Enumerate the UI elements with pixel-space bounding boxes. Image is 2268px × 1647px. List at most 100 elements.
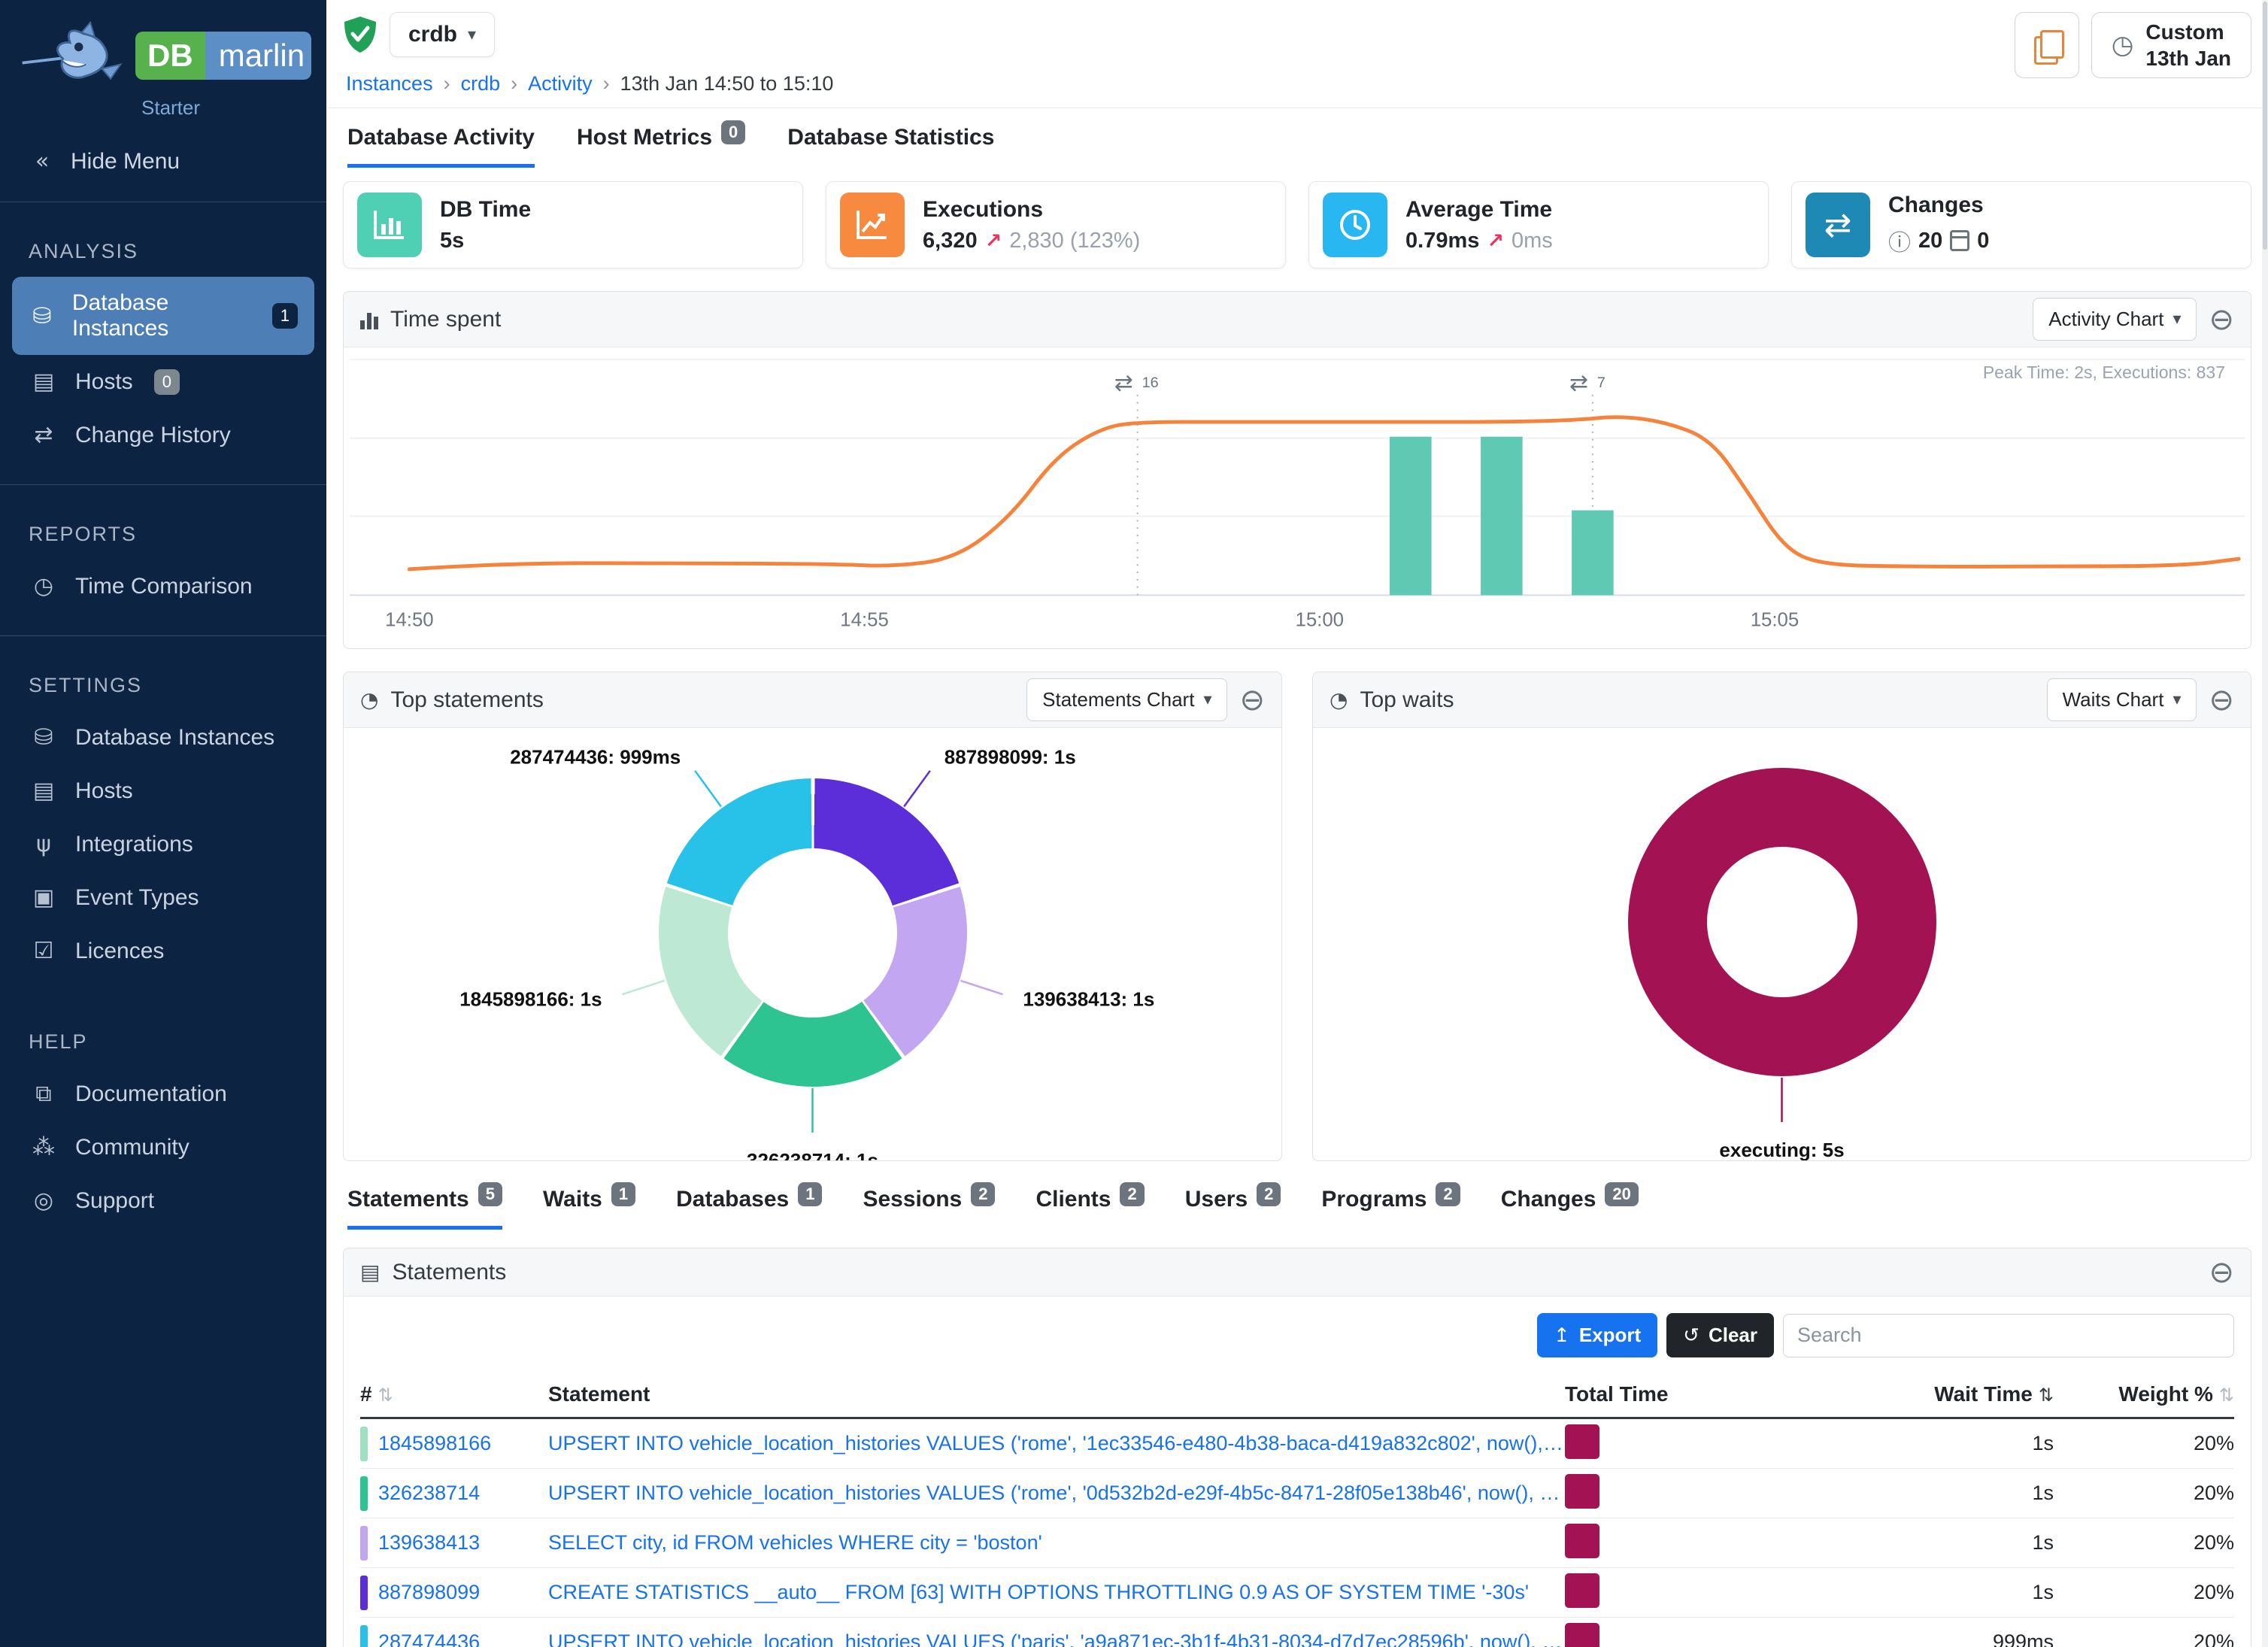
- table-row[interactable]: 1845898166 UPSERT INTO vehicle_location_…: [360, 1419, 2234, 1469]
- hide-menu-label: Hide Menu: [71, 149, 180, 174]
- server-icon: ▤: [29, 778, 59, 804]
- clock-icon: [1323, 193, 1387, 257]
- sidebar-item-label: Documentation: [75, 1081, 227, 1107]
- svg-text:⇄: ⇄: [1569, 371, 1588, 396]
- column-header-weight[interactable]: Weight %⇅: [2054, 1382, 2234, 1406]
- scrollbar-thumb[interactable]: [2263, 2, 2267, 250]
- sidebar-item-documentation[interactable]: ⧉ Documentation: [0, 1067, 326, 1121]
- scrollbar[interactable]: [2262, 0, 2268, 1647]
- breadcrumb-crdb[interactable]: crdb: [461, 72, 501, 96]
- tab-host-metrics[interactable]: Host Metrics 0: [577, 125, 745, 168]
- statements-chart-dropdown[interactable]: Statements Chart ▾: [1026, 678, 1227, 721]
- statements-donut-chart[interactable]: 887898099: 1s139638413: 1s326238714: 1s1…: [344, 728, 1281, 1160]
- sidebar-item-licences[interactable]: ☑ Licences: [0, 924, 326, 978]
- breadcrumb-separator: ›: [511, 72, 517, 96]
- time-spent-panel: Time spent Activity Chart ▾ ⊖ Peak Time:…: [343, 291, 2251, 649]
- sidebar-item-label: Hosts: [75, 778, 133, 804]
- collapse-panel-icon[interactable]: ⊖: [2209, 685, 2234, 715]
- statement-sql-link[interactable]: UPSERT INTO vehicle_location_histories V…: [548, 1630, 1565, 1647]
- clock-icon: ◷: [29, 573, 59, 599]
- hide-menu-button[interactable]: « Hide Menu: [0, 127, 326, 196]
- panel-title: Time spent: [390, 307, 501, 332]
- statement-id-link[interactable]: 139638413: [378, 1531, 480, 1554]
- sidebar-item-label: Database Instances: [72, 290, 251, 341]
- statement-sql-link[interactable]: CREATE STATISTICS __auto__ FROM [63] WIT…: [548, 1581, 1565, 1604]
- sidebar-item-event-types[interactable]: ▣ Event Types: [0, 871, 326, 924]
- waits-donut-chart[interactable]: executing: 5s: [1313, 728, 2251, 1160]
- card-delta: 0ms: [1511, 229, 1553, 253]
- card-executions: Executions 6,320 ↗ 2,830 (123%): [826, 181, 1286, 268]
- donut-slice-label: 287474436: 999ms: [510, 746, 681, 769]
- sidebar-item-time-comparison[interactable]: ◷ Time Comparison: [0, 560, 326, 613]
- breadcrumb-instances[interactable]: Instances: [346, 72, 433, 96]
- collapse-panel-icon[interactable]: ⊖: [2209, 305, 2234, 335]
- breadcrumb-activity[interactable]: Activity: [528, 72, 593, 96]
- sidebar-item-hosts[interactable]: ▤ Hosts 0: [0, 355, 326, 408]
- main-tabs: Database Activity Host Metrics 0 Databas…: [343, 108, 2251, 168]
- sidebar-item-label: Database Instances: [75, 725, 274, 751]
- tab-users[interactable]: Users 2: [1185, 1187, 1281, 1230]
- instance-selector[interactable]: crdb ▾: [390, 12, 495, 57]
- wait-time-value: 1s: [1738, 1482, 2054, 1505]
- detail-tabs: Statements 5 Waits 1 Databases 1 Session…: [347, 1187, 2247, 1230]
- sidebar: DB marlin Starter « Hide Menu ANALYSIS ⛁…: [0, 0, 326, 1647]
- collapse-panel-icon[interactable]: ⊖: [2209, 1257, 2234, 1288]
- sidebar-item-database-instances[interactable]: ⛁ Database Instances 1: [12, 277, 314, 355]
- sidebar-item-integrations[interactable]: ψ Integrations: [0, 817, 326, 871]
- time-range-line2: 13th Jan: [2145, 45, 2231, 71]
- table-row[interactable]: 326238714 UPSERT INTO vehicle_location_h…: [360, 1469, 2234, 1518]
- table-row[interactable]: 139638413 SELECT city, id FROM vehicles …: [360, 1518, 2234, 1568]
- tab-sessions[interactable]: Sessions 2: [863, 1187, 995, 1230]
- search-input[interactable]: [1783, 1314, 2234, 1357]
- table-row[interactable]: 887898099 CREATE STATISTICS __auto__ FRO…: [360, 1568, 2234, 1618]
- sidebar-item-support[interactable]: ◎ Support: [0, 1174, 326, 1227]
- time-range-line1: Custom: [2145, 19, 2231, 45]
- tab-waits[interactable]: Waits 1: [543, 1187, 635, 1230]
- total-time-bar: [1565, 1623, 1599, 1647]
- instance-name: crdb: [408, 22, 457, 47]
- sidebar-item-community[interactable]: ⁂ Community: [0, 1121, 326, 1174]
- tab-clients[interactable]: Clients 2: [1035, 1187, 1144, 1230]
- statement-id-link[interactable]: 1845898166: [378, 1432, 491, 1455]
- donut-slice-label: executing: 5s: [1719, 1139, 1844, 1161]
- activity-chart-dropdown[interactable]: Activity Chart ▾: [2033, 298, 2197, 341]
- column-header-total-time[interactable]: Total Time: [1565, 1382, 1738, 1406]
- tab-statements[interactable]: Statements 5: [347, 1187, 502, 1230]
- collapse-panel-icon[interactable]: ⊖: [1239, 685, 1265, 715]
- time-range-button[interactable]: ◷ Custom 13th Jan: [2091, 12, 2251, 78]
- statement-color-bar: [360, 1576, 368, 1610]
- tab-databases[interactable]: Databases 1: [676, 1187, 822, 1230]
- table-row[interactable]: 287474436 UPSERT INTO vehicle_location_h…: [360, 1618, 2234, 1647]
- count-badge: 1: [798, 1182, 822, 1206]
- sidebar-item-settings-database-instances[interactable]: ⛁ Database Instances: [0, 711, 326, 764]
- tab-changes[interactable]: Changes 20: [1501, 1187, 1639, 1230]
- column-header-statement[interactable]: Statement: [548, 1382, 1565, 1406]
- events-icon: ▣: [29, 884, 59, 911]
- time-spent-chart[interactable]: Peak Time: 2s, Executions: 837 14:5014:5…: [344, 347, 2251, 648]
- column-header-wait-time[interactable]: Wait Time⇅: [1738, 1382, 2054, 1406]
- donut-slice-label: 887898099: 1s: [944, 746, 1076, 769]
- pie-chart-icon: ◔: [1330, 687, 1348, 712]
- statement-sql-link[interactable]: UPSERT INTO vehicle_location_histories V…: [548, 1432, 1565, 1455]
- sidebar-item-change-history[interactable]: ⇄ Change History: [0, 408, 326, 462]
- statement-sql-link[interactable]: SELECT city, id FROM vehicles WHERE city…: [548, 1531, 1565, 1554]
- statement-id-link[interactable]: 887898099: [378, 1581, 480, 1604]
- statement-id-link[interactable]: 287474436: [378, 1630, 480, 1647]
- export-button[interactable]: ↥ Export: [1537, 1313, 1657, 1357]
- sidebar-item-settings-hosts[interactable]: ▤ Hosts: [0, 764, 326, 817]
- statement-id-link[interactable]: 326238714: [378, 1482, 480, 1505]
- info-icon: ⓘ: [1888, 224, 1911, 257]
- column-header-id[interactable]: #⇅: [360, 1382, 548, 1406]
- clear-button[interactable]: ↺ Clear: [1666, 1313, 1774, 1357]
- total-time-bar: [1565, 1573, 1599, 1608]
- tab-database-activity[interactable]: Database Activity: [347, 125, 535, 168]
- count-badge: 2: [1436, 1182, 1460, 1206]
- dbmarlin-logo: DB marlin: [135, 32, 311, 80]
- copy-link-button[interactable]: [2015, 12, 2079, 78]
- tab-database-statistics[interactable]: Database Statistics: [787, 125, 994, 168]
- statement-sql-link[interactable]: UPSERT INTO vehicle_location_histories V…: [548, 1482, 1565, 1505]
- tab-programs[interactable]: Programs 2: [1321, 1187, 1460, 1230]
- time-spent-header: Time spent Activity Chart ▾ ⊖: [344, 292, 2251, 347]
- waits-chart-dropdown[interactable]: Waits Chart ▾: [2047, 678, 2197, 721]
- main-header: crdb ▾ Instances › crdb › Activity › 13t…: [326, 0, 2268, 108]
